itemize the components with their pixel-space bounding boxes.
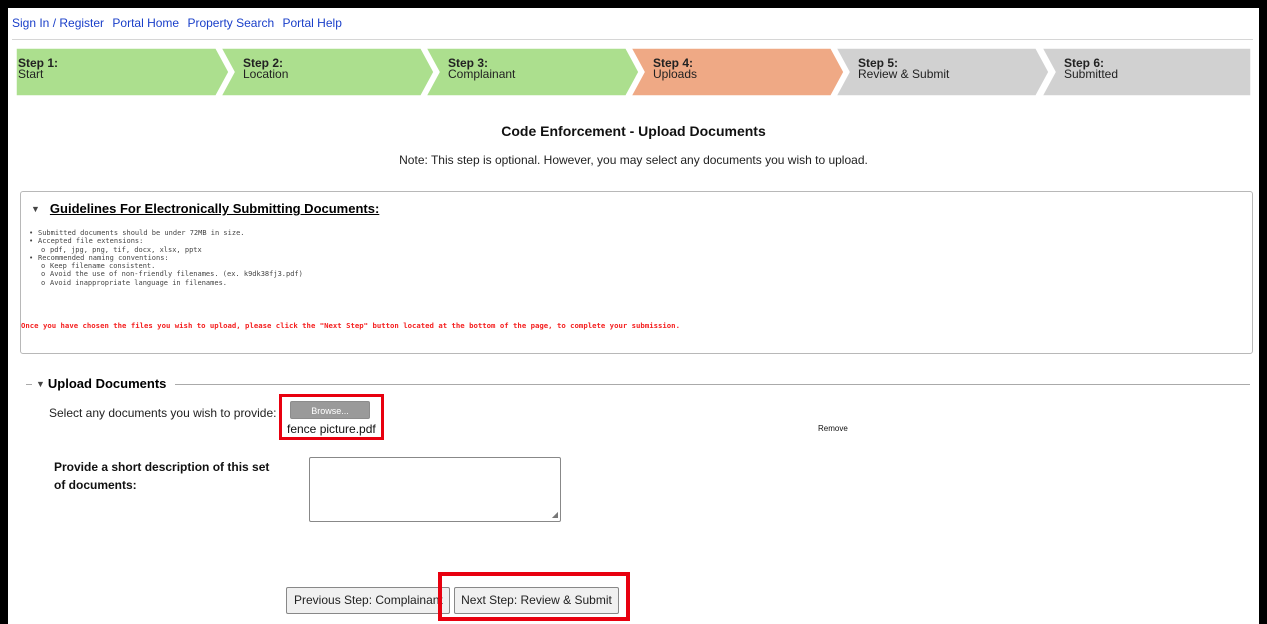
- description-textarea[interactable]: ◢: [309, 457, 561, 522]
- step-name: Review & Submit: [858, 67, 950, 81]
- top-nav: Sign In / Register Portal Home Property …: [12, 16, 347, 30]
- resize-grip-icon[interactable]: ◢: [552, 511, 558, 519]
- collapse-toggle-icon[interactable]: ▼: [31, 204, 40, 214]
- step-submitted: Step 6: Submitted: [1042, 48, 1252, 96]
- guideline-size: Submitted documents should be under 72MB…: [21, 229, 303, 238]
- page: Sign In / Register Portal Home Property …: [8, 8, 1259, 624]
- sign-in-link[interactable]: Sign In / Register: [12, 16, 104, 30]
- upload-legend-label: Upload Documents: [47, 376, 167, 391]
- next-step-warning: Once you have chosen the files you wish …: [21, 321, 680, 330]
- step-name: Submitted: [1064, 67, 1119, 81]
- guideline-extensions: pdf, jpg, png, tif, docx, xlsx, pptx: [21, 246, 303, 255]
- next-step-button[interactable]: Next Step: Review & Submit: [454, 587, 619, 614]
- previous-step-button[interactable]: Previous Step: Complainant: [286, 587, 450, 614]
- fieldset-border-right: [175, 384, 1250, 385]
- guideline-naming-item: Avoid the use of non-friendly filenames.…: [21, 270, 303, 279]
- guidelines-title: Guidelines For Electronically Submitting…: [49, 201, 380, 216]
- step-progress-bar: Step 1: Start Step 2: Location Step 3: Comp…: [16, 48, 1252, 96]
- step-uploads: Step 4: Uploads: [631, 48, 853, 96]
- top-divider: [12, 39, 1253, 40]
- step-review-submit: Step 5: Review & Submit: [836, 48, 1058, 96]
- guidelines-header[interactable]: ▼ Guidelines For Electronically Submittin…: [31, 201, 379, 216]
- guideline-ext-heading: Accepted file extensions:: [21, 237, 303, 246]
- step-name: Location: [243, 67, 289, 81]
- step-location: Step 2: Location: [221, 48, 443, 96]
- collapse-toggle-icon[interactable]: ▼: [36, 379, 45, 389]
- portal-home-link[interactable]: Portal Home: [112, 16, 179, 30]
- guideline-naming-heading: Recommended naming conventions:: [21, 254, 303, 263]
- property-search-link[interactable]: Property Search: [187, 16, 274, 30]
- page-title: Code Enforcement - Upload Documents: [501, 123, 766, 139]
- step-name: Uploads: [653, 67, 698, 81]
- remove-file-link[interactable]: Remove: [818, 424, 848, 433]
- guideline-naming-item: Avoid inappropriate language in filename…: [21, 279, 303, 288]
- step-name: Start: [18, 67, 44, 81]
- guidelines-panel: ▼ Guidelines For Electronically Submittin…: [20, 191, 1253, 354]
- selected-file-name: fence picture.pdf: [287, 422, 376, 436]
- fieldset-border-left: [26, 384, 32, 385]
- select-documents-label: Select any documents you wish to provide…: [49, 406, 277, 420]
- step-start: Step 1: Start: [16, 48, 238, 96]
- portal-help-link[interactable]: Portal Help: [283, 16, 342, 30]
- optional-note: Note: This step is optional. However, yo…: [399, 153, 868, 167]
- description-label: Provide a short description of this set …: [54, 460, 270, 492]
- step-complainant: Step 3: Complainant: [426, 48, 648, 96]
- upload-documents-legend[interactable]: ▼ Upload Documents: [36, 376, 166, 391]
- guidelines-list: Submitted documents should be under 72MB…: [21, 229, 303, 287]
- guideline-naming-item: Keep filename consistent.: [21, 262, 303, 271]
- step-name: Complainant: [448, 67, 516, 81]
- browse-button[interactable]: Browse...: [290, 401, 370, 419]
